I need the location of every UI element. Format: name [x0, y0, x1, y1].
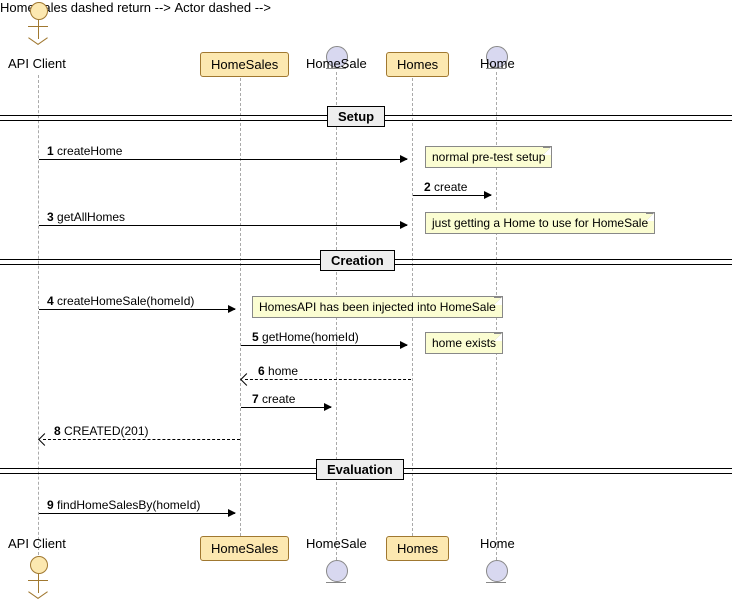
- msg-4-label: 4 createHomeSale(homeId): [47, 294, 194, 308]
- entity-homesale-label-bottom: HomeSale: [306, 536, 367, 551]
- msg-7-label: 7 create: [252, 392, 295, 406]
- entity-home-label-bottom: Home: [480, 536, 515, 551]
- entity-homesale-icon: [326, 560, 348, 582]
- participant-homes-bottom: Homes: [386, 536, 449, 561]
- arrow-icon: [240, 373, 253, 386]
- actor-head-icon: [30, 556, 48, 574]
- divider-creation: Creation: [320, 250, 395, 271]
- participant-homesales: HomeSales: [200, 52, 289, 77]
- lifeline-actor: [38, 75, 39, 555]
- participant-homesales-bottom: HomeSales: [200, 536, 289, 561]
- msg-9-label: 9 findHomeSalesBy(homeId): [47, 498, 200, 512]
- divider-setup: Setup: [327, 106, 385, 127]
- actor-label-bottom: API Client: [8, 536, 66, 551]
- msg-6-label: 6 home: [258, 364, 298, 378]
- sequence-diagram: API Client HomeSales HomeSale Homes Home…: [0, 0, 732, 611]
- msg-2-label: 2 create: [424, 180, 467, 194]
- note-injected: HomesAPI has been injected into HomeSale: [252, 296, 503, 318]
- note-home-exists: home exists: [425, 332, 503, 354]
- msg-8-label: 8 CREATED(201): [54, 424, 149, 438]
- entity-home-label: Home: [480, 56, 515, 71]
- participant-homes: Homes: [386, 52, 449, 77]
- arrow-icon: [38, 433, 51, 446]
- note-getting-home: just getting a Home to use for HomeSale: [425, 212, 655, 234]
- lifeline-homesales: [240, 78, 241, 556]
- note-pretest: normal pre-test setup: [425, 146, 552, 168]
- entity-home-icon: [486, 560, 508, 582]
- msg-3-label: 3 getAllHomes: [47, 210, 125, 224]
- divider-evaluation: Evaluation: [316, 459, 404, 480]
- actor-head-icon: [30, 2, 48, 20]
- entity-homesale-label: HomeSale: [306, 56, 367, 71]
- actor-label: API Client: [8, 56, 66, 71]
- msg-1-label: 1 createHome: [47, 144, 122, 158]
- msg-5-label: 5 getHome(homeId): [252, 330, 359, 344]
